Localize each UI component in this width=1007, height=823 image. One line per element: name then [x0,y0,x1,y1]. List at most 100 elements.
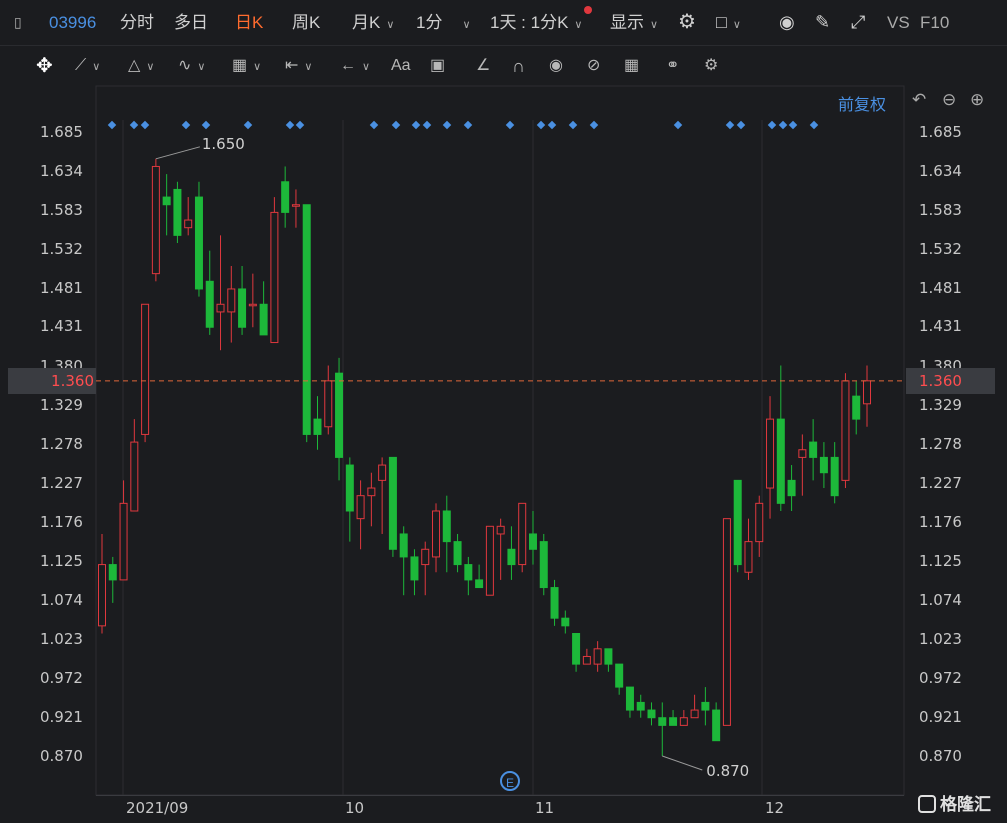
candle-body [722,518,731,726]
candle-body [496,525,505,535]
candle-body [798,449,807,458]
candle-body [809,441,818,458]
event-marker [129,120,139,130]
candle-body [647,709,656,719]
candle-body [690,709,699,719]
candle-body [658,717,667,726]
candle-body [291,204,300,207]
candle-body [378,464,387,481]
candle-body [863,380,871,405]
candle-body [712,709,721,742]
event-marker [463,120,473,130]
x-label-oct: 10 [345,799,365,817]
candle-body [615,663,624,688]
candle-body [733,479,742,566]
event-marker [422,120,432,130]
candle-body [766,418,775,489]
candle-body [453,541,462,566]
candle-body [787,479,796,497]
event-marker [809,120,819,130]
event-marker [673,120,683,130]
candle-body [388,456,397,550]
candle-body [248,303,257,307]
event-marker [243,120,253,130]
event-marker [725,120,735,130]
event-marker [411,120,421,130]
event-marker [736,120,746,130]
high-label: 1.650 [202,135,245,153]
candle-body [356,495,365,520]
candle-body [582,655,591,665]
candle-body [205,280,214,328]
candle-body [98,564,106,627]
candle-body [669,717,678,726]
candle-body [410,556,419,581]
event-marker [788,120,798,130]
event-marker [442,120,452,130]
x-label-dec: 12 [765,799,785,817]
candle-body [625,686,634,711]
event-marker [369,120,379,130]
candle-body [281,181,290,213]
candle-body [507,548,516,566]
x-axis-line [96,795,904,796]
candle-body [216,303,225,313]
candle-body [302,204,311,435]
current-price-tag-left: 1.360 [8,368,96,394]
candle-body [270,211,279,344]
low-label: 0.870 [706,762,749,780]
candle-body [604,648,613,665]
candle-body [572,632,581,665]
event-marker [107,120,117,130]
candle-body [108,564,117,581]
candle-body [119,502,128,581]
candle-body [162,196,171,206]
candle-body [367,487,376,497]
candle-body [819,456,828,474]
candle-body [313,418,322,435]
event-marker [201,120,211,130]
candle-body [518,502,527,566]
event-marker [285,120,295,130]
candle-body [173,188,182,236]
candle-body [593,648,602,665]
candle-body [550,587,559,619]
event-marker [295,120,305,130]
candle-body [744,541,753,573]
logo: 格隆汇 [918,790,991,815]
high-pointer [155,146,201,160]
candle-body [432,510,441,558]
candle-body [852,395,861,420]
candle-body [539,541,548,589]
candle-body [442,510,451,543]
event-marker [778,120,788,130]
candle-body [399,533,408,558]
candle-body [324,380,333,428]
candle-body [561,617,570,627]
candle-body [776,418,785,504]
event-badge[interactable]: E [500,771,520,791]
candle-body [335,372,344,458]
candle-body [227,288,236,313]
candle-body [830,456,839,497]
candle-body [475,579,484,589]
candle-body [485,525,494,596]
candle-body [528,533,537,550]
candle-body [184,219,193,229]
candle-body [636,701,645,711]
event-marker [536,120,546,130]
candle-body [141,303,150,435]
event-marker [181,120,191,130]
event-marker [140,120,150,130]
candle-body [679,717,688,726]
current-price-tag-right: 1.360 [906,368,995,394]
candle-body [130,441,139,512]
candle-body [194,196,203,290]
candle-body [238,288,247,328]
candlestick-chart[interactable]: 1.650 0.870 [0,0,1007,823]
x-label-sep: 2021/09 [126,799,189,817]
candle-body [421,548,430,566]
candle-body [841,380,850,481]
candle-body [259,303,268,336]
event-marker [505,120,515,130]
